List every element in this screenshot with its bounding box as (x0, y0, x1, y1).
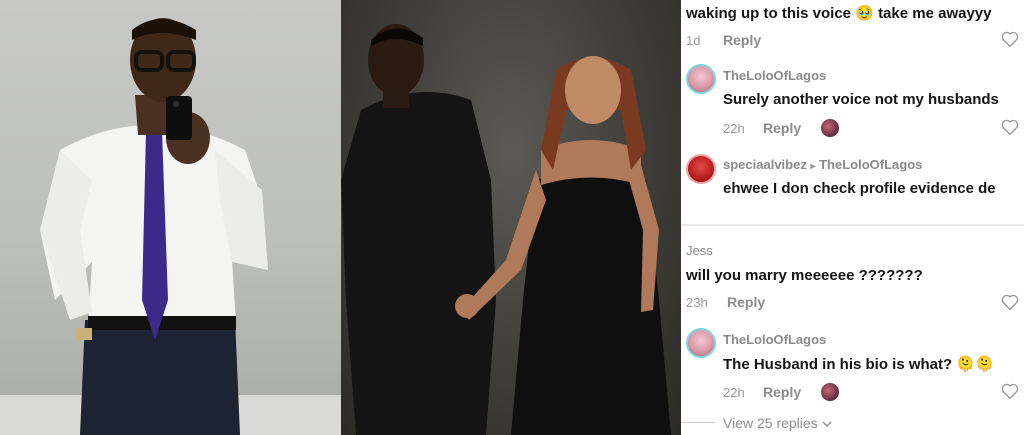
comment-item: TheLoloOfLagos Surely another voice not … (681, 58, 1024, 148)
melting-face-emoji: 🫠🫠 (956, 356, 994, 373)
replies-divider (681, 422, 715, 423)
comment-username[interactable]: speciaalvibez (723, 157, 807, 172)
heart-outline-icon[interactable] (1001, 383, 1019, 399)
man-in-white-shirt-illustration (40, 18, 268, 435)
comment-text: will you marry meeeeee ??????? (686, 267, 923, 284)
reply-arrow-icon: ▸ (810, 161, 816, 172)
avatar[interactable] (686, 64, 716, 94)
comment-item: TheLoloOfLagos The Husband in his bio is… (681, 322, 1024, 435)
comment-age: 1d (686, 33, 701, 48)
comment-text: Surely another voice not my husbands (723, 91, 999, 108)
couple-illustration (341, 24, 671, 435)
comment-text: The Husband in his bio is what? 🫠🫠 (723, 356, 994, 373)
avatar[interactable] (686, 328, 716, 358)
section-divider (681, 224, 1024, 226)
comment-age: 22h (723, 121, 745, 136)
reply-button[interactable]: Reply (763, 120, 801, 136)
comment-username[interactable]: TheLoloOfLagos (723, 332, 826, 347)
mirror-selfie-photo (0, 0, 341, 435)
view-replies-button[interactable]: View 25 replies (723, 415, 832, 431)
reply-item: speciaalvibez ▸ TheLoloOfLagos ehwee I d… (681, 150, 1024, 210)
heart-outline-icon[interactable] (1001, 119, 1019, 135)
avatar[interactable] (686, 154, 716, 184)
comment-username[interactable]: TheLoloOfLagos (723, 68, 826, 83)
chevron-down-icon (822, 421, 832, 428)
comment-age: 23h (686, 295, 708, 310)
comments-panel: waking up to this voice 🥹 take me awayyy… (681, 0, 1024, 435)
heart-outline-icon[interactable] (1001, 294, 1019, 310)
comment-item: waking up to this voice 🥹 take me awayyy… (681, 0, 1024, 55)
reply-button[interactable]: Reply (727, 294, 765, 310)
pleading-emoji: 🥹 (855, 5, 874, 22)
creator-liked-avatar (821, 119, 839, 137)
reply-to-username[interactable]: TheLoloOfLagos (819, 157, 922, 172)
heart-outline-icon[interactable] (1001, 31, 1019, 47)
reply-button[interactable]: Reply (763, 384, 801, 400)
reply-button[interactable]: Reply (723, 32, 761, 48)
comment-text: ehwee I don check profile evidence de (723, 180, 996, 197)
creator-liked-avatar (821, 383, 839, 401)
comment-text: waking up to this voice 🥹 take me awayyy (686, 5, 992, 22)
comment-item: Jess will you marry meeeeee ??????? 23h … (681, 238, 1024, 318)
comment-username[interactable]: Jess (686, 243, 713, 258)
comment-age: 22h (723, 385, 745, 400)
reply-header: speciaalvibez ▸ TheLoloOfLagos (723, 157, 922, 172)
couple-photo (341, 0, 681, 435)
